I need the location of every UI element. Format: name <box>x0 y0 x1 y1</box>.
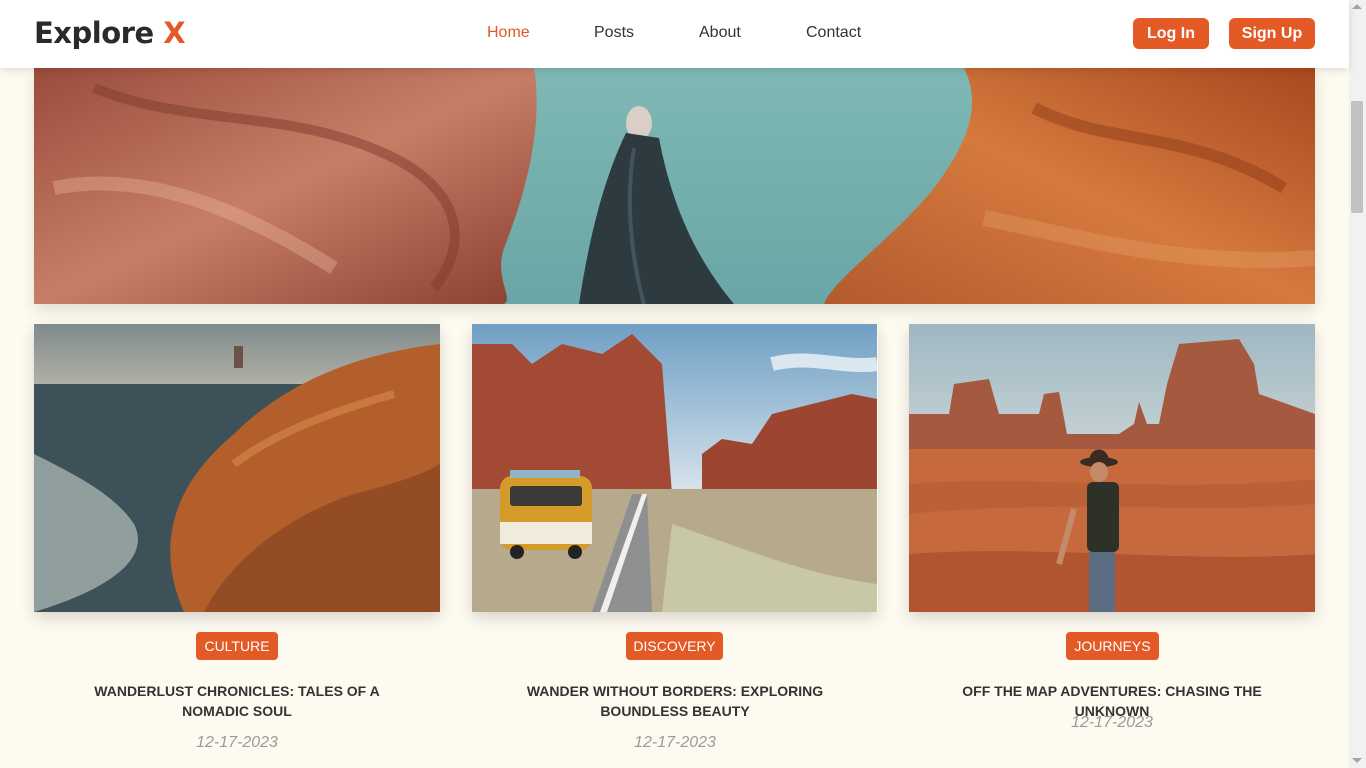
post-date-1: 12-17-2023 <box>196 734 278 751</box>
logo-text: Explore <box>34 16 154 50</box>
post-tag-1[interactable]: CULTURE <box>196 632 278 660</box>
nav-link-contact[interactable]: Contact <box>806 24 861 42</box>
desert-canyon-figure-icon <box>34 68 1315 304</box>
site-header: Explore X Home Posts About Contact Log I… <box>0 0 1349 68</box>
post-date-2: 12-17-2023 <box>634 734 716 751</box>
signup-button[interactable]: Sign Up <box>1229 18 1315 49</box>
logo-accent: X <box>163 16 186 50</box>
post-image-2[interactable] <box>472 324 878 612</box>
monument-valley-hiker-icon <box>909 324 1315 612</box>
scrollbar-thumb[interactable] <box>1351 101 1363 213</box>
post-tag-3[interactable]: JOURNEYS <box>1066 632 1159 660</box>
nav-link-about[interactable]: About <box>699 24 741 42</box>
post-title-2[interactable]: WANDER WITHOUT BORDERS: EXPLORING BOUNDL… <box>472 681 878 721</box>
site-logo[interactable]: Explore X <box>34 16 186 50</box>
nav-link-posts[interactable]: Posts <box>594 24 634 42</box>
post-image-1[interactable] <box>34 324 440 612</box>
post-image-3[interactable] <box>909 324 1315 612</box>
nav-link-home[interactable]: Home <box>487 24 530 42</box>
desert-road-van-icon <box>472 324 878 612</box>
scroll-down-arrow-icon[interactable] <box>1352 758 1362 763</box>
post-tag-2[interactable]: DISCOVERY <box>626 632 723 660</box>
post-date-3: 12-17-2023 <box>1071 714 1153 731</box>
coastal-cliff-icon <box>34 324 440 612</box>
hero-image <box>34 68 1315 304</box>
scroll-up-arrow-icon[interactable] <box>1352 4 1362 9</box>
login-button[interactable]: Log In <box>1133 18 1209 49</box>
post-title-1[interactable]: WANDERLUST CHRONICLES: TALES OF A NOMADI… <box>34 681 440 721</box>
